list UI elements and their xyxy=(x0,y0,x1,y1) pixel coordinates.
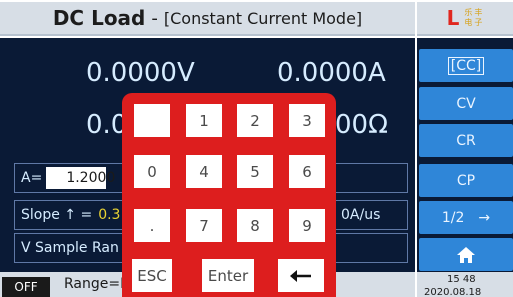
slope-label: Slope ↑ = xyxy=(21,207,93,223)
keypad-key-7[interactable]: 7 xyxy=(186,209,222,242)
title-bar: DC Load - [Constant Current Mode] xyxy=(0,2,415,36)
keypad-backspace-key[interactable] xyxy=(278,259,324,292)
clock-time: 15 48 xyxy=(447,274,476,285)
logo-char: 电 xyxy=(464,18,473,27)
voltage-reading: 0.0000V xyxy=(86,58,195,88)
mode-cr-label: CR xyxy=(456,132,476,149)
current-setting-label: A= xyxy=(21,170,43,186)
page-next-button[interactable]: 1/2 → xyxy=(419,201,513,234)
keypad-key-8[interactable]: 8 xyxy=(237,209,273,242)
left-arrow-icon xyxy=(290,269,311,282)
keypad-key-2[interactable]: 2 xyxy=(237,104,273,137)
keypad-key-9[interactable]: 9 xyxy=(289,209,325,242)
app-title: DC Load xyxy=(52,6,146,30)
keypad-key-5[interactable]: 5 xyxy=(237,155,273,188)
logo-characters: 乐 丰 电 子 xyxy=(463,8,483,28)
mode-cp-button[interactable]: CP xyxy=(419,164,513,197)
mode-cv-label: CV xyxy=(456,95,476,112)
home-button[interactable] xyxy=(419,238,513,271)
mode-cc-label: [CC] xyxy=(447,56,485,75)
keypad-esc-key[interactable]: ESC xyxy=(132,259,172,292)
keypad-key-4[interactable]: 4 xyxy=(186,155,222,188)
logo-char: 子 xyxy=(474,18,483,27)
keypad-key-3[interactable]: 3 xyxy=(289,104,325,137)
output-off-badge[interactable]: OFF xyxy=(2,277,50,297)
mode-cr-button[interactable]: CR xyxy=(419,124,513,157)
page-indicator: 1/2 xyxy=(441,209,465,226)
title-separator: - xyxy=(151,7,158,29)
logo-char: 丰 xyxy=(474,8,483,17)
resistance-reading-right: 00Ω xyxy=(335,110,388,140)
slope-value[interactable]: 0.3 xyxy=(98,207,120,223)
logo-letter: L xyxy=(446,6,460,30)
numeric-keypad: 1 2 3 0 4 5 6 . 7 8 9 ESC Enter xyxy=(122,93,336,297)
keypad-key-6[interactable]: 6 xyxy=(289,155,325,188)
mode-title: [Constant Current Mode] xyxy=(163,8,363,28)
keypad-key-dot[interactable]: . xyxy=(134,209,170,242)
keypad-key-1[interactable]: 1 xyxy=(186,104,222,137)
voltage-sample-range-label: V Sample Ran xyxy=(21,240,119,256)
slope-value-unit: 0A/us xyxy=(341,207,381,223)
mode-cp-label: CP xyxy=(456,172,476,189)
current-reading: 0.0000A xyxy=(277,58,386,88)
current-setting-input[interactable]: 1.2000 xyxy=(46,167,115,189)
keypad-key-0[interactable]: 0 xyxy=(134,155,170,188)
clock-date: 2020.08.18 xyxy=(424,287,482,297)
keypad-enter-key[interactable]: Enter xyxy=(202,259,254,292)
keypad-blank-key[interactable] xyxy=(134,104,170,137)
home-icon xyxy=(457,246,475,263)
brand-logo: L 乐 丰 电 子 xyxy=(417,2,513,36)
screen: DC Load - [Constant Current Mode] L 乐 丰 … xyxy=(0,0,513,297)
mode-cc-button[interactable]: [CC] xyxy=(419,49,513,82)
mode-cv-button[interactable]: CV xyxy=(419,87,513,120)
right-arrow-icon: → xyxy=(478,209,491,226)
logo-char: 乐 xyxy=(464,8,473,17)
